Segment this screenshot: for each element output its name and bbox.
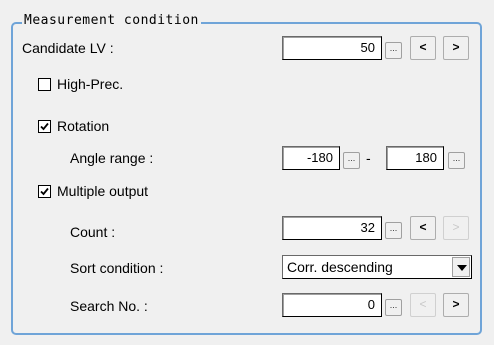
angle-max-dots-button[interactable]: ... [448, 152, 465, 169]
search-no-increment-button[interactable]: > [443, 293, 469, 317]
multiple-output-checkbox[interactable] [38, 184, 51, 198]
search-no-dots-button[interactable]: ... [385, 299, 402, 316]
rotation-checkbox[interactable] [38, 119, 51, 133]
angle-min-dots-button[interactable]: ... [343, 152, 360, 169]
sort-condition-value: Corr. descending [287, 259, 393, 275]
search-no-decrement-button[interactable]: < [410, 293, 436, 317]
angle-min-field[interactable]: -180 [282, 146, 340, 170]
angle-range-separator: - [366, 150, 371, 166]
check-icon [40, 122, 49, 130]
count-decrement-button[interactable]: < [410, 216, 436, 240]
high-prec-checkbox[interactable] [38, 77, 51, 91]
high-prec-label: High-Prec. [57, 76, 124, 92]
count-field[interactable]: 32 [282, 216, 382, 240]
chevron-down-icon[interactable] [452, 257, 470, 277]
angle-range-label: Angle range : [70, 150, 154, 166]
group-title: Measurement condition [22, 13, 201, 29]
measurement-condition-group [11, 22, 482, 335]
multiple-output-label: Multiple output [57, 183, 149, 199]
candidate-lv-dots-button[interactable]: ... [385, 42, 402, 59]
candidate-lv-increment-button[interactable]: > [443, 36, 469, 60]
angle-max-field[interactable]: 180 [386, 146, 444, 170]
candidate-lv-field[interactable]: 50 [282, 36, 382, 60]
check-icon [40, 187, 49, 195]
count-label: Count : [70, 224, 116, 240]
rotation-row[interactable]: Rotation [38, 118, 109, 134]
sort-condition-select[interactable]: Corr. descending [282, 255, 472, 279]
count-increment-button[interactable]: > [443, 216, 469, 240]
rotation-label: Rotation [57, 118, 110, 134]
search-no-field[interactable]: 0 [282, 293, 382, 317]
multiple-output-row[interactable]: Multiple output [38, 183, 148, 199]
candidate-lv-label: Candidate LV : [22, 40, 114, 56]
candidate-lv-decrement-button[interactable]: < [410, 36, 436, 60]
count-dots-button[interactable]: ... [385, 222, 402, 239]
high-prec-row[interactable]: High-Prec. [38, 76, 123, 92]
sort-condition-label: Sort condition : [70, 260, 164, 276]
search-no-label: Search No. : [70, 298, 148, 314]
